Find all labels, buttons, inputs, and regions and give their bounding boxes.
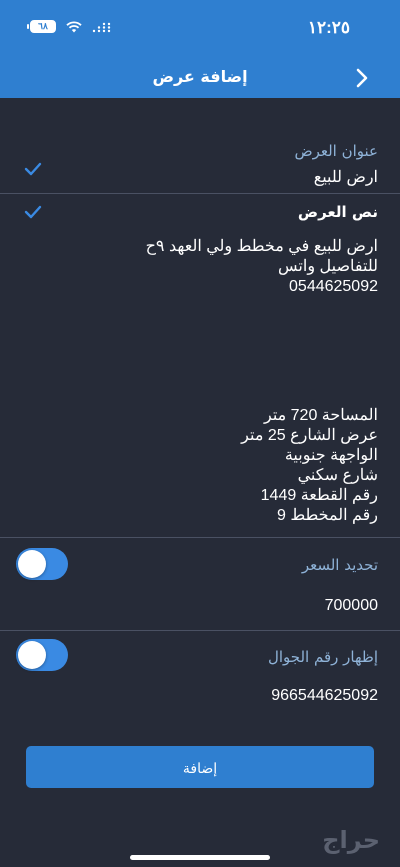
divider	[0, 630, 400, 631]
page-title: إضافة عرض	[152, 67, 248, 86]
offer-text-body-top[interactable]: ارض للبيع في مخطط ولي العهد ٩ح للتفاصيل …	[18, 237, 378, 297]
phone-toggle[interactable]	[16, 639, 68, 671]
toggle-knob	[18, 550, 46, 578]
offer-text-body-bottom[interactable]: المساحة 720 متر عرض الشارع 25 متر الواجه…	[18, 406, 378, 526]
price-toggle[interactable]	[16, 548, 68, 580]
home-indicator	[130, 855, 270, 860]
phone-label: إظهار رقم الجوال	[267, 648, 378, 666]
offer-title-label: عنوان العرض	[294, 142, 378, 160]
chevron-right-icon[interactable]	[352, 66, 372, 90]
wifi-icon	[66, 20, 82, 32]
divider	[0, 537, 400, 538]
divider	[0, 193, 400, 194]
offer-title-input[interactable]: ارض للبيع	[314, 167, 378, 187]
offer-text-label: نص العرض	[297, 203, 378, 221]
phone-input[interactable]: 966544625092	[271, 687, 378, 705]
status-time: ١٢:٢٥	[307, 18, 350, 37]
checkmark-icon	[24, 162, 42, 176]
add-button[interactable]: إضافة	[26, 746, 374, 788]
toggle-knob	[18, 641, 46, 669]
status-icons: ٦٨	[27, 20, 112, 33]
price-label: تحديد السعر	[301, 556, 378, 574]
checkmark-icon	[24, 205, 42, 219]
price-input[interactable]: 700000	[325, 597, 378, 615]
signal-icon	[92, 22, 111, 32]
battery-icon: ٦٨	[27, 20, 56, 33]
haraj-watermark: حراج	[322, 826, 380, 854]
top-bar: ١٢:٢٥ ٦٨ إضافة عرض	[0, 0, 400, 98]
